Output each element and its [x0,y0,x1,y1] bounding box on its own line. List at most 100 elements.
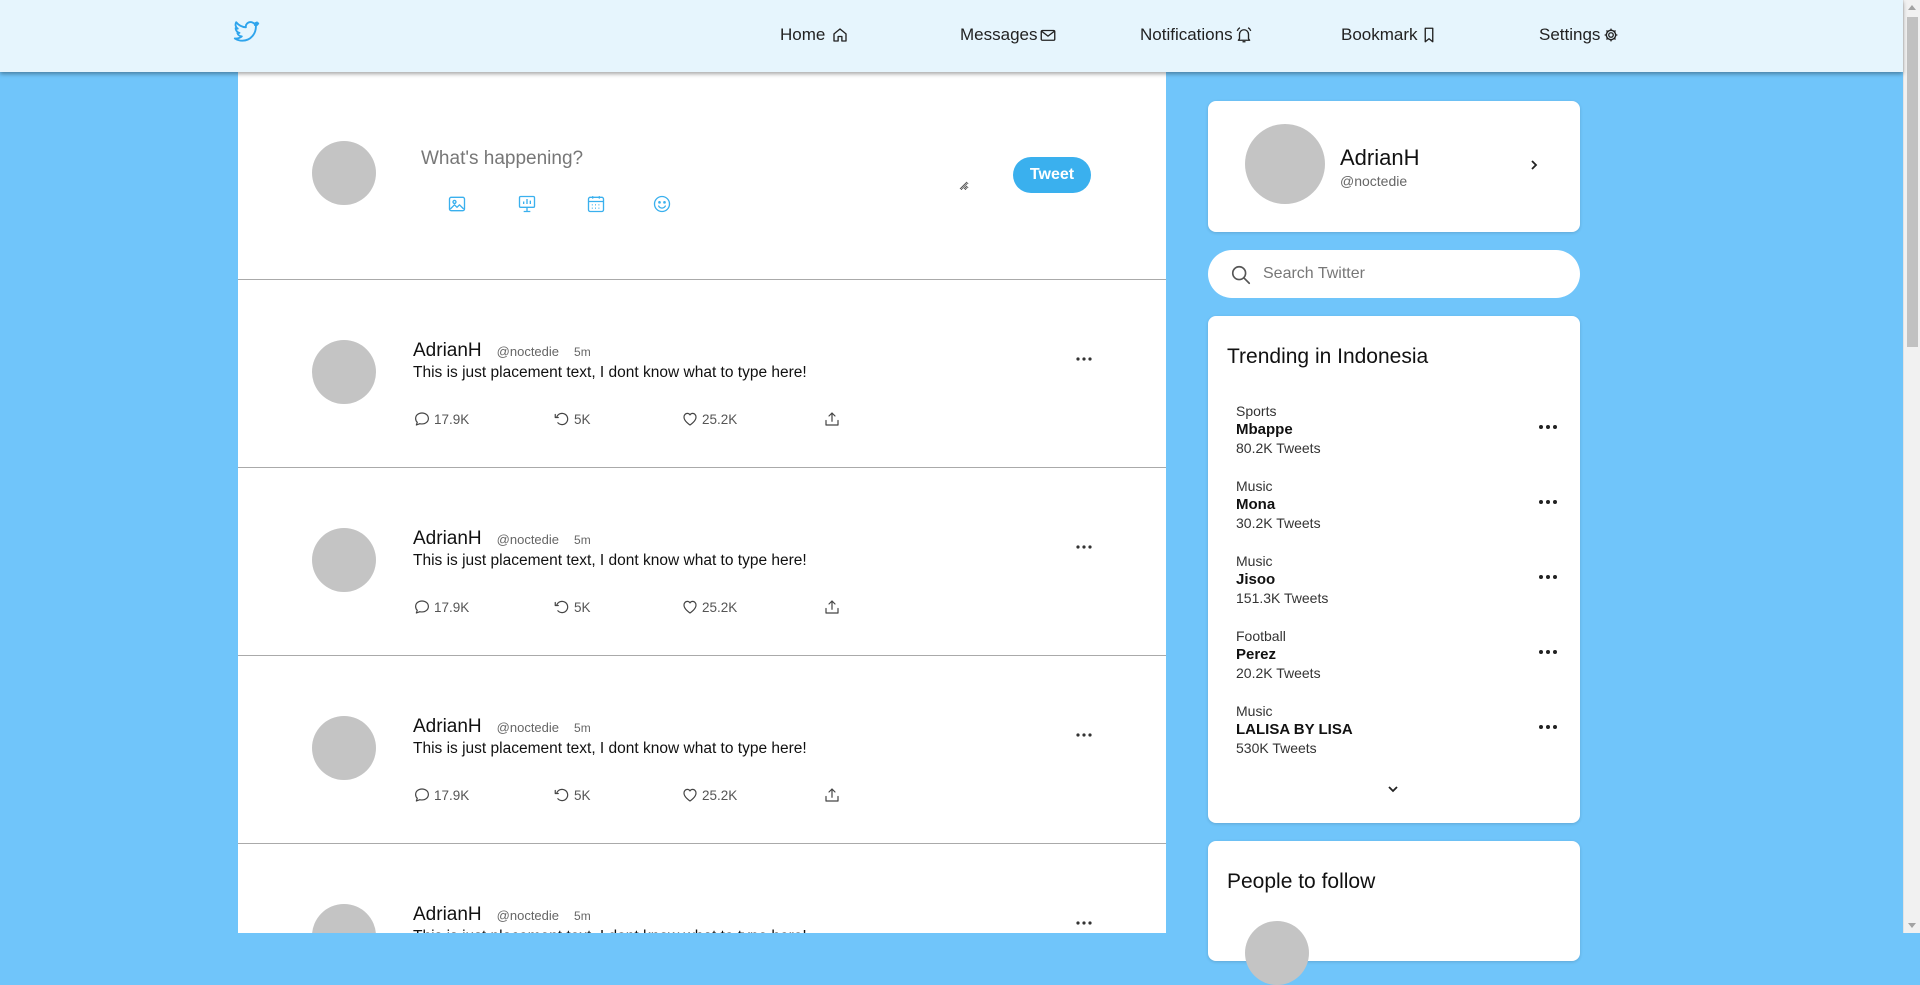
compose-tools [446,193,721,215]
chevron-right-icon[interactable] [1526,157,1542,173]
nav-bookmark[interactable]: Bookmark [1341,24,1438,46]
tweet-header: AdrianH @noctedie 5m [413,716,591,738]
tweet-item[interactable]: AdrianH @noctedie 5m This is just placement… [238,280,1166,468]
reply-count: 17.9K [434,599,470,615]
trend-category: Sports [1236,403,1277,419]
tweet-item[interactable]: AdrianH @noctedie 5m This is just placement… [238,468,1166,656]
retweet-button[interactable]: 5K [553,786,591,804]
tweet-feed: Tweet AdrianH @noctedie 5m This is just pla… [238,72,1166,933]
like-button[interactable]: 25.2K [681,786,737,804]
tweet-author-handle[interactable]: @noctedie [497,908,559,923]
more-options-icon[interactable] [1074,354,1094,364]
more-options-icon[interactable] [1538,574,1558,580]
scroll-down-arrow-icon[interactable] [1908,923,1916,928]
trend-count: 530K Tweets [1236,740,1317,756]
scroll-up-arrow-icon[interactable] [1908,5,1916,10]
heart-icon [683,412,697,426]
top-navigation-bar: Home Messages Notifications Bookmark Set… [0,0,1903,72]
reply-button[interactable]: 17.9K [413,598,469,616]
profile-card[interactable]: AdrianH @noctedie [1208,101,1580,232]
tweet-author-name[interactable]: AdrianH [413,904,482,926]
avatar [312,528,376,592]
like-count: 25.2K [702,787,738,803]
share-button[interactable] [823,786,844,804]
trend-count: 20.2K Tweets [1236,665,1321,681]
share-button[interactable] [823,410,844,428]
retweet-count: 5K [574,787,591,803]
bell-icon [1236,27,1251,43]
tweet-author-handle[interactable]: @noctedie [497,720,559,735]
image-icon[interactable] [446,193,468,215]
retweet-icon [554,788,569,802]
compose-tweet-box: Tweet [238,72,1166,280]
chevron-down-icon[interactable] [1385,781,1401,797]
more-options-icon[interactable] [1074,542,1094,552]
nav-messages-label: Messages [960,25,1038,44]
nav-notifications[interactable]: Notifications [1140,24,1253,46]
profile-handle: @noctedie [1340,173,1408,189]
share-icon [825,412,839,426]
gear-icon [1605,28,1618,42]
trend-category: Music [1236,553,1273,569]
tweet-author-name[interactable]: AdrianH [413,340,482,362]
emoji-icon[interactable] [651,193,673,215]
more-options-icon[interactable] [1538,499,1558,505]
trend-category: Music [1236,703,1273,719]
search-input[interactable] [1261,262,1561,286]
tweet-author-name[interactable]: AdrianH [413,528,482,550]
retweet-icon [554,412,569,426]
tweet-timestamp: 5m [574,533,591,547]
more-options-icon[interactable] [1074,918,1094,928]
reply-icon [415,788,429,802]
trend-item[interactable]: Music Jisoo 151.3K Tweets [1236,553,1558,618]
like-count: 25.2K [702,411,738,427]
nav-home[interactable]: Home [780,24,849,46]
reply-button[interactable]: 17.9K [413,786,469,804]
nav-notifications-label: Notifications [1140,25,1233,44]
avatar [312,904,376,933]
tweet-item[interactable]: AdrianH @noctedie 5m This is just placement… [238,844,1166,933]
more-options-icon[interactable] [1538,724,1558,730]
heart-icon [683,788,697,802]
tweet-text: This is just placement text, I dont know… [413,552,807,569]
resize-grip-icon[interactable] [958,180,968,190]
tweet-author-handle[interactable]: @noctedie [497,344,559,359]
more-options-icon[interactable] [1538,649,1558,655]
retweet-button[interactable]: 5K [553,598,591,616]
vertical-scrollbar[interactable] [1903,0,1920,933]
schedule-icon[interactable] [585,193,607,215]
tweet-actions: 17.9K 5K 25.2K [413,786,913,806]
tweet-button[interactable]: Tweet [1013,157,1091,193]
trend-item[interactable]: Football Perez 20.2K Tweets [1236,628,1558,693]
trending-card: Trending in Indonesia Sports Mbappe 80.2K … [1208,316,1580,823]
tweet-author-name[interactable]: AdrianH [413,716,482,738]
reply-icon [415,412,429,426]
compose-input[interactable] [419,146,969,191]
nav-settings[interactable]: Settings [1539,24,1620,46]
twitter-bird-logo-icon[interactable] [231,19,261,47]
heart-icon [683,600,697,614]
trend-item[interactable]: Music Mona 30.2K Tweets [1236,478,1558,543]
more-options-icon[interactable] [1074,730,1094,740]
like-button[interactable]: 25.2K [681,598,737,616]
like-button[interactable]: 25.2K [681,410,737,428]
retweet-button[interactable]: 5K [553,410,591,428]
tweet-author-handle[interactable]: @noctedie [497,532,559,547]
reply-button[interactable]: 17.9K [413,410,469,428]
trend-count: 151.3K Tweets [1236,590,1329,606]
avatar [1245,921,1309,985]
tweet-header: AdrianH @noctedie 5m [413,904,591,926]
people-to-follow-card: People to follow [1208,841,1580,985]
more-options-icon[interactable] [1538,424,1558,430]
follow-title: People to follow [1227,870,1376,893]
search-box[interactable] [1208,250,1580,298]
scroll-thumb[interactable] [1907,17,1918,347]
tweet-text: This is just placement text, I dont know… [413,364,807,381]
trend-item[interactable]: Music LALISA BY LISA 530K Tweets [1236,703,1558,768]
trend-item[interactable]: Sports Mbappe 80.2K Tweets [1236,403,1558,468]
tweet-item[interactable]: AdrianH @noctedie 5m This is just placement… [238,656,1166,844]
nav-messages[interactable]: Messages [960,24,1057,46]
share-button[interactable] [823,598,844,616]
profile-name: AdrianH [1340,145,1420,170]
poll-icon[interactable] [516,193,538,215]
